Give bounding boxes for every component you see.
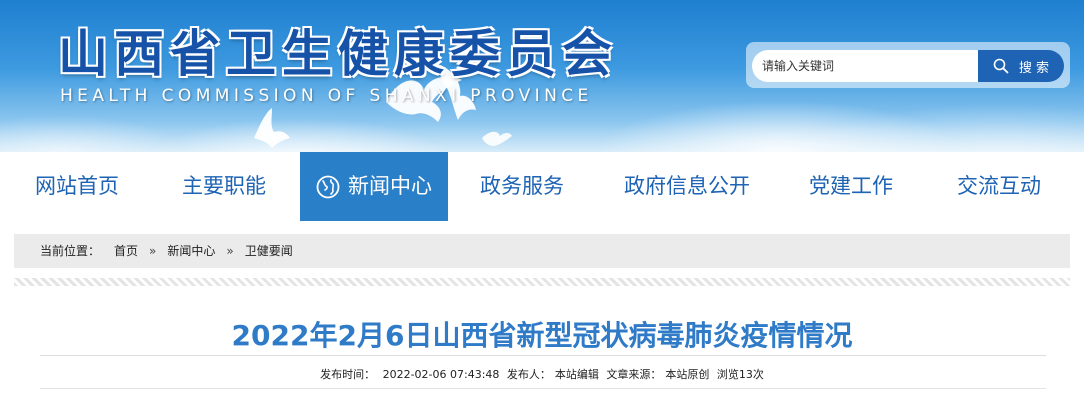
article-meta: 发布时间： 2022-02-06 07:43:48 发布人： 本站编辑 文章来源：… — [0, 366, 1084, 382]
site-title-cn: 山西省卫生健康委员会 — [58, 25, 618, 83]
breadcrumb-separator: » — [149, 244, 157, 258]
decorative-divider — [14, 278, 1070, 286]
author-value: 本站编辑 — [554, 368, 599, 381]
dove-icon — [482, 131, 512, 146]
dove-icon — [254, 108, 290, 148]
article-title: 2022年2月6日山西省新型冠状病毒肺炎疫情情况 — [231, 319, 853, 352]
author-label: 发布人： — [506, 368, 551, 381]
breadcrumb-home-link[interactable]: 首页 — [114, 234, 138, 268]
globe-icon — [316, 175, 340, 198]
breadcrumb-current[interactable]: 卫健要闻 — [245, 234, 293, 268]
nav-item-news[interactable]: 新闻中心 — [300, 152, 448, 221]
nav-item-services[interactable]: 政务服务 — [462, 152, 582, 221]
breadcrumb-news-link[interactable]: 新闻中心 — [167, 234, 215, 268]
meta-divider — [40, 388, 1046, 389]
source-value: 本站原创 — [665, 368, 710, 381]
main-nav: 网站首页 主要职能 新闻中心 政务服务 政府信息公开 党建工作 交流互动 — [0, 152, 1084, 221]
nav-item-news-label: 新闻中心 — [348, 174, 432, 198]
site-title-en: HEALTH COMMISSION OF SHANXI PROVINCE — [60, 86, 593, 106]
nav-item-interaction[interactable]: 交流互动 — [938, 152, 1060, 221]
nav-item-home[interactable]: 网站首页 — [16, 152, 138, 221]
search-button-label: 搜 索 — [1018, 60, 1050, 76]
source-label: 文章来源： — [606, 368, 662, 381]
nav-item-functions[interactable]: 主要职能 — [162, 152, 286, 221]
breadcrumb-lead: 当前位置： — [40, 244, 101, 258]
breadcrumb-separator: » — [226, 244, 234, 258]
nav-item-info-disclosure[interactable]: 政府信息公开 — [604, 152, 770, 221]
search-input[interactable] — [752, 50, 978, 82]
breadcrumb: 当前位置： 首页 » 新闻中心 » 卫健要闻 — [14, 234, 1070, 268]
nav-item-party-building[interactable]: 党建工作 — [790, 152, 912, 221]
search-icon — [993, 58, 1009, 74]
search-button[interactable]: 搜 索 — [978, 50, 1064, 82]
published-value: 2022-02-06 07:43:48 — [382, 368, 500, 381]
view-count: 浏览13次 — [716, 368, 764, 381]
title-divider — [40, 355, 1046, 356]
published-label: 发布时间： — [320, 368, 376, 381]
